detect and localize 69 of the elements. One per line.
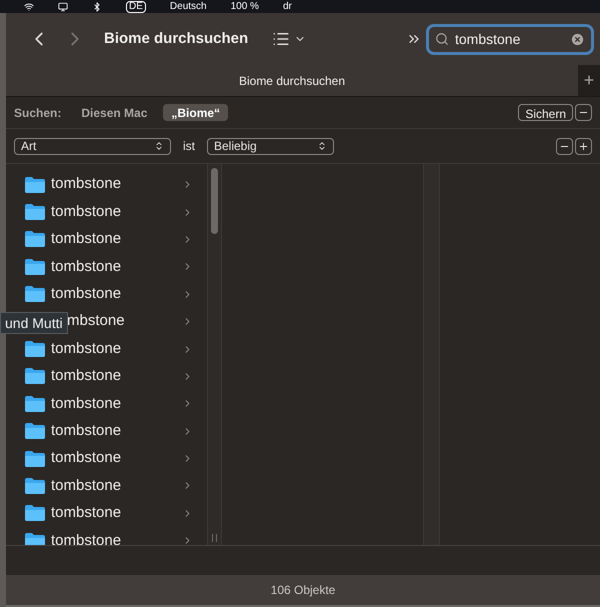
column-resize-handle[interactable] — [212, 534, 217, 542]
remove-rule-button[interactable] — [556, 138, 573, 154]
folder-name: tombstone — [51, 394, 122, 414]
folder-icon — [24, 422, 46, 440]
menu-bar-item[interactable]: dr — [282, 2, 292, 12]
folder-name: tombstone — [51, 338, 122, 359]
folder-name: tombstone — [51, 476, 122, 496]
folder-icon — [24, 450, 46, 468]
folder-row[interactable]: tombstone — [6, 198, 207, 226]
item-count: 106 Objekte — [270, 582, 336, 599]
folder-row[interactable]: tombstone — [6, 226, 207, 254]
folder-name: mbstone — [67, 311, 125, 332]
folder-name: tombstone — [51, 503, 122, 524]
plus-icon — [578, 140, 589, 152]
folder-icon — [24, 476, 46, 495]
folder-row[interactable]: tombstone — [6, 500, 207, 528]
folder-icon — [24, 258, 46, 276]
save-button[interactable]: Sichern — [518, 104, 573, 121]
folder-row[interactable]: tombstone — [6, 280, 207, 308]
folder-icon — [24, 285, 46, 304]
view-options-button[interactable] — [272, 30, 306, 48]
attribute-dropdown[interactable]: Art — [14, 138, 171, 154]
folder-icon — [24, 230, 46, 248]
operator-label: ist — [182, 138, 196, 155]
window-title: Biome durchsuchen — [104, 28, 248, 49]
value-dropdown[interactable]: Beliebig — [207, 138, 334, 154]
menu-bar-item[interactable]: Deutsch — [170, 2, 207, 12]
folder-row[interactable]: tombstone — [6, 171, 207, 198]
folder-icon — [24, 367, 46, 386]
tooltip: und Mutti — [0, 312, 68, 334]
folder-name: tombstone — [51, 174, 122, 194]
folder-name: tombstone — [51, 202, 122, 222]
folder-name: tombstone — [51, 530, 122, 545]
folder-name: tombstone — [51, 420, 122, 441]
folder-icon — [24, 176, 46, 194]
folder-icon — [24, 394, 46, 413]
tab[interactable]: Biome durchsuchen — [6, 65, 578, 96]
stepper-icon — [154, 141, 164, 151]
search-scope-label: Suchen: — [14, 104, 62, 122]
folder-row[interactable]: tombstone — [6, 418, 207, 445]
folder-name: tombstone — [51, 256, 122, 277]
search-field[interactable]: tombstone — [426, 24, 594, 54]
folder-row[interactable]: tombstone — [6, 253, 207, 281]
folder-row[interactable]: tombstone — [6, 390, 207, 418]
folder-row[interactable]: tombstone — [6, 335, 207, 363]
folder-row[interactable]: tombstone — [6, 362, 207, 390]
remove-button[interactable] — [575, 104, 592, 121]
folder-icon — [24, 340, 46, 358]
add-rule-button[interactable] — [575, 138, 592, 154]
bluetooth-icon — [92, 2, 102, 12]
folder-name: tombstone — [51, 229, 122, 250]
clear-icon[interactable] — [570, 32, 585, 46]
search-icon — [435, 32, 449, 46]
scrollbar-thumb[interactable] — [211, 168, 218, 234]
scope-option[interactable]: Diesen Mac — [73, 104, 156, 121]
new-tab-button[interactable]: + — [578, 65, 600, 96]
scope-option[interactable]: „Biome“ — [163, 104, 228, 121]
menu-bar-item[interactable]: 100 % — [230, 2, 259, 12]
display-icon — [58, 2, 68, 12]
folder-row[interactable]: tombstone — [6, 472, 207, 500]
list-icon — [272, 30, 290, 48]
folder-name: tombstone — [51, 284, 122, 304]
folder-name: tombstone — [51, 448, 122, 468]
folder-icon — [24, 504, 46, 522]
folder-icon — [24, 203, 46, 222]
folder-name: tombstone — [51, 366, 122, 386]
wifi-icon — [24, 2, 34, 12]
stepper-icon — [317, 141, 327, 151]
folder-row[interactable]: tombstone — [6, 444, 207, 472]
